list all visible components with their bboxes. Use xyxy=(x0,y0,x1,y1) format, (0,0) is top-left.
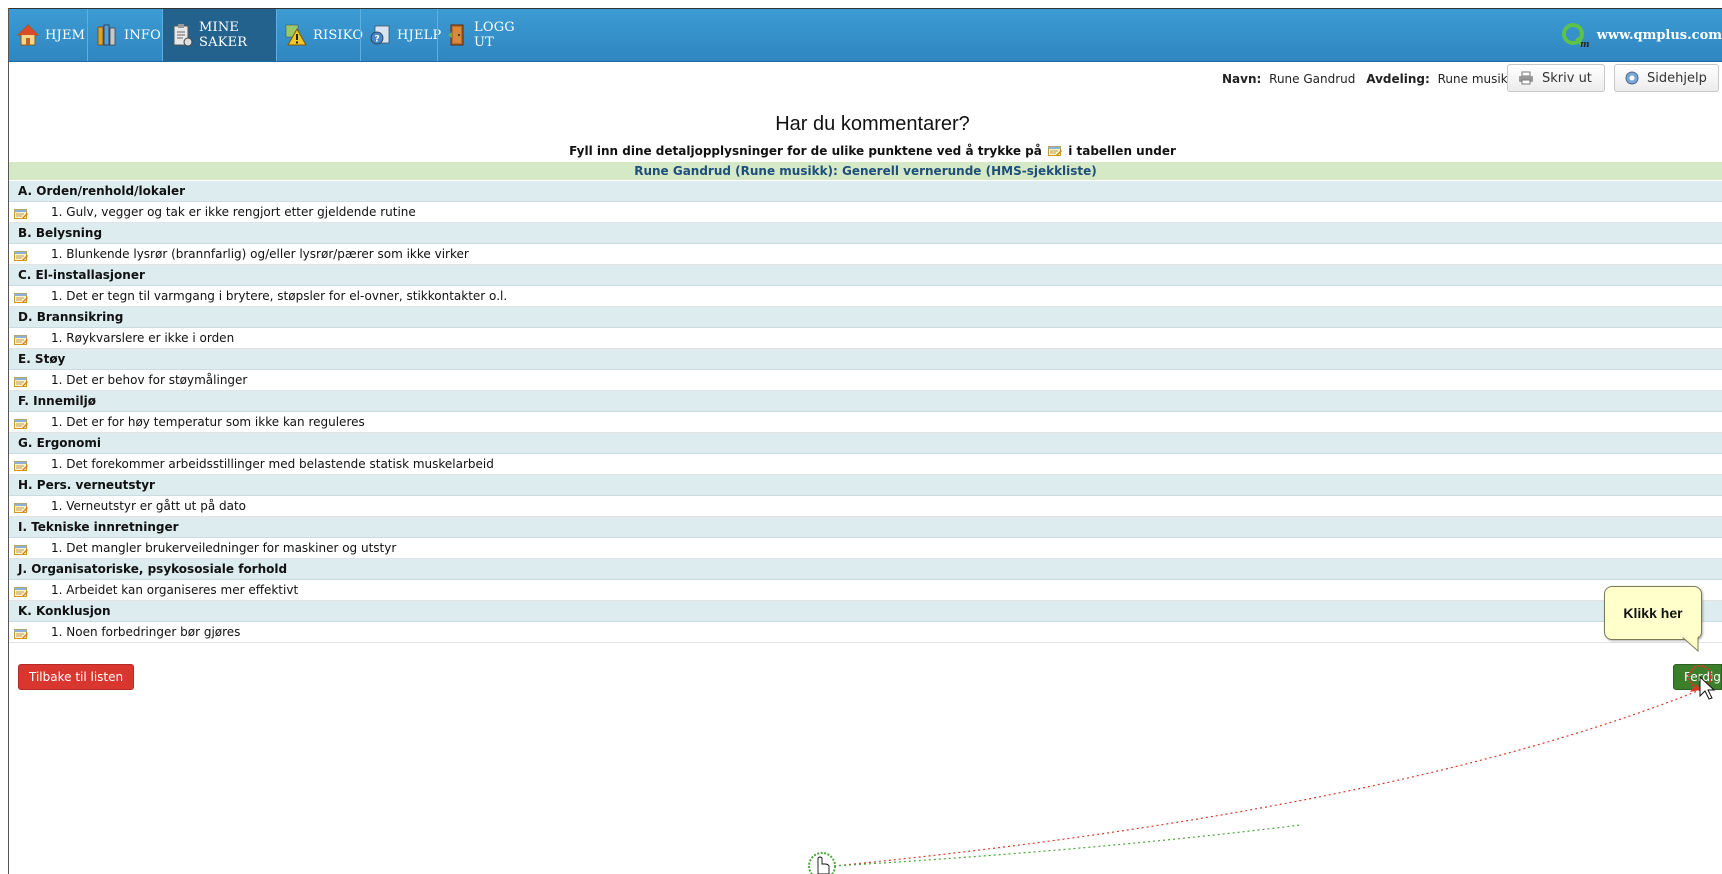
section-header: J. Organisatoriske, psykososiale forhold xyxy=(9,559,1722,580)
section-header: D. Brannsikring xyxy=(9,307,1722,328)
page-help-label: Sidehjelp xyxy=(1647,70,1707,86)
checklist-title: Rune Gandrud (Rune musikk): Generell ver… xyxy=(9,162,1722,180)
user-info: Navn: Rune Gandrud Avdeling: Rune musikk xyxy=(1222,72,1515,86)
edit-note-icon[interactable] xyxy=(14,542,28,555)
help-icon: ? xyxy=(369,23,391,47)
checklist-item-row: 1. Det forekommer arbeidsstillinger med … xyxy=(9,454,1722,475)
nav-item-logg-ut[interactable]: LOGG UT xyxy=(438,9,534,61)
page-help-button[interactable]: Sidehjelp xyxy=(1614,64,1719,92)
checklist-item-text: 1. Verneutstyr er gått ut på dato xyxy=(51,499,247,513)
home-icon xyxy=(16,23,40,47)
cursor-path-line xyxy=(833,689,1701,867)
checklist-item-text: 1. Det mangler brukerveiledninger for ma… xyxy=(51,541,397,555)
edit-note-icon[interactable] xyxy=(14,500,28,513)
print-label: Skriv ut xyxy=(1542,70,1592,86)
checklist-item-text: 1. Blunkende lysrør (brannfarlig) og/ell… xyxy=(51,247,469,261)
nav-label: HJEM xyxy=(45,27,86,43)
qmplus-logo-icon: m xyxy=(1561,22,1591,50)
edit-note-icon xyxy=(1048,145,1063,157)
checklist-item-row: 1. Noen forbedringer bør gjøres xyxy=(9,622,1722,643)
section-header: B. Belysning xyxy=(9,223,1722,244)
checklist-item-text: 1. Det er behov for støymålinger xyxy=(51,373,248,387)
department-value: Rune musikk xyxy=(1437,72,1515,86)
brand-url: www.qmplus.com xyxy=(1596,27,1722,43)
cursor-start-ring xyxy=(808,852,836,874)
instruction-text: Fyll inn dine detaljopplysninger for de … xyxy=(0,144,1722,158)
nav-item-hjelp[interactable]: ? HJELP xyxy=(361,9,441,61)
clipboard-icon xyxy=(171,23,193,47)
help-circle-icon xyxy=(1625,71,1639,85)
edit-note-icon[interactable] xyxy=(14,416,28,429)
app-frame: HJEM INFO MINE SAKER RISIKO ? HJELP LOGG… xyxy=(0,0,1722,874)
printer-icon xyxy=(1518,71,1534,85)
section-header: I. Tekniske innretninger xyxy=(9,517,1722,538)
done-button[interactable]: Ferdig xyxy=(1673,664,1722,690)
checklist-item-text: 1. Noen forbedringer bør gjøres xyxy=(51,625,241,639)
nav-label: LOGG UT xyxy=(474,20,515,50)
nav-item-risiko[interactable]: RISIKO xyxy=(277,9,364,61)
section-header: F. Innemiljø xyxy=(9,391,1722,412)
checklist-item-text: 1. Det forekommer arbeidsstillinger med … xyxy=(51,457,494,471)
checklist: A. Orden/renhold/lokaler 1. Gulv, vegger … xyxy=(9,181,1722,643)
edit-note-icon[interactable] xyxy=(14,206,28,219)
checklist-item-row: 1. Blunkende lysrør (brannfarlig) og/ell… xyxy=(9,244,1722,265)
checklist-item-row: 1. Gulv, vegger og tak er ikke rengjort … xyxy=(9,202,1722,223)
nav-item-info[interactable]: INFO xyxy=(88,9,162,61)
door-icon xyxy=(446,23,468,47)
edit-note-icon[interactable] xyxy=(14,584,28,597)
department-label: Avdeling: xyxy=(1366,72,1430,86)
checklist-item-text: 1. Røykvarslere er ikke i orden xyxy=(51,331,235,345)
checklist-item-text: 1. Det er tegn til varmgang i brytere, s… xyxy=(51,289,508,303)
hand-cursor-icon xyxy=(817,856,830,874)
checklist-item-text: 1. Gulv, vegger og tak er ikke rengjort … xyxy=(51,205,416,219)
checklist-item-text: 1. Arbeidet kan organiseres mer effektiv… xyxy=(51,583,299,597)
nav-label: HJELP xyxy=(397,27,442,43)
page-title: Har du kommentarer? xyxy=(775,113,970,135)
svg-text:m: m xyxy=(1580,40,1590,48)
top-navbar: HJEM INFO MINE SAKER RISIKO ? HJELP LOGG… xyxy=(9,9,1722,62)
name-label: Navn: xyxy=(1222,72,1262,86)
checklist-item-row: 1. Det er for høy temperatur som ikke ka… xyxy=(9,412,1722,433)
name-value: Rune Gandrud xyxy=(1269,72,1356,86)
section-header: K. Konklusjon xyxy=(9,601,1722,622)
nav-label: INFO xyxy=(124,27,161,43)
section-header: C. El-installasjoner xyxy=(9,265,1722,286)
section-header: E. Støy xyxy=(9,349,1722,370)
tooltip-callout: Klikk her xyxy=(1604,586,1702,640)
edit-note-icon[interactable] xyxy=(14,626,28,639)
edit-note-icon[interactable] xyxy=(14,248,28,261)
edit-note-icon[interactable] xyxy=(14,332,28,345)
checklist-item-row: 1. Arbeidet kan organiseres mer effektiv… xyxy=(9,580,1722,601)
nav-label: MINE SAKER xyxy=(199,20,248,50)
nav-item-hjem[interactable]: HJEM xyxy=(9,9,87,61)
edit-note-icon[interactable] xyxy=(14,458,28,471)
callout-tail xyxy=(1680,636,1699,652)
checklist-item-row: 1. Det er tegn til varmgang i brytere, s… xyxy=(9,286,1722,307)
checklist-item-row: 1. Verneutstyr er gått ut på dato xyxy=(9,496,1722,517)
checklist-item-text: 1. Det er for høy temperatur som ikke ka… xyxy=(51,415,365,429)
section-header: G. Ergonomi xyxy=(9,433,1722,454)
warning-icon xyxy=(285,23,307,47)
edit-note-icon[interactable] xyxy=(14,290,28,303)
checklist-item-row: 1. Det er behov for støymålinger xyxy=(9,370,1722,391)
edit-note-icon[interactable] xyxy=(14,374,28,387)
books-icon xyxy=(96,23,118,47)
print-button[interactable]: Skriv ut xyxy=(1507,64,1605,92)
checklist-item-row: 1. Røykvarslere er ikke i orden xyxy=(9,328,1722,349)
nav-item-mine-saker[interactable]: MINE SAKER xyxy=(163,9,276,61)
back-to-list-button[interactable]: Tilbake til listen xyxy=(18,664,135,690)
cursor-start-trail xyxy=(833,824,1301,867)
nav-label: RISIKO xyxy=(313,27,364,43)
checklist-item-row: 1. Det mangler brukerveiledninger for ma… xyxy=(9,538,1722,559)
section-header: H. Pers. verneutstyr xyxy=(9,475,1722,496)
section-header: A. Orden/renhold/lokaler xyxy=(9,181,1722,202)
instruction-text-after: i tabellen under xyxy=(1068,144,1176,158)
brand[interactable]: m www.qmplus.com xyxy=(1561,9,1722,61)
svg-text:?: ? xyxy=(375,35,380,45)
instruction-text-before: Fyll inn dine detaljopplysninger for de … xyxy=(569,144,1042,158)
